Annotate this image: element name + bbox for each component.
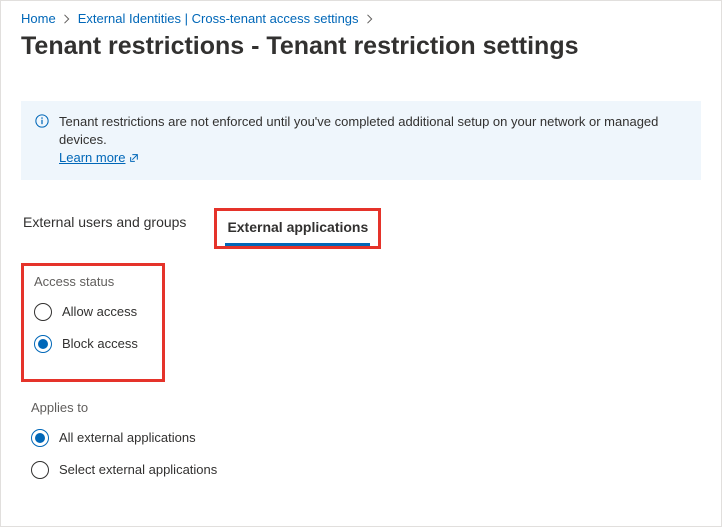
radio-select-label: Select external applications [59,462,217,477]
radio-block-label: Block access [62,336,138,351]
chevron-right-icon [365,14,375,24]
radio-allow-access[interactable]: Allow access [34,303,138,321]
radio-icon [34,303,52,321]
info-icon [35,114,49,133]
radio-allow-label: Allow access [62,304,137,319]
learn-more-link[interactable]: Learn more [59,149,139,167]
chevron-right-icon [62,14,72,24]
radio-icon [31,461,49,479]
highlight-external-applications: External applications [214,208,381,249]
breadcrumb-external-identities[interactable]: External Identities | Cross-tenant acces… [78,11,359,26]
radio-all-label: All external applications [59,430,196,445]
tab-external-applications[interactable]: External applications [225,213,370,246]
external-link-icon [129,153,139,163]
tab-external-users-groups[interactable]: External users and groups [21,208,188,240]
info-banner-text: Tenant restrictions are not enforced unt… [59,114,658,147]
radio-icon [34,335,52,353]
breadcrumb-home[interactable]: Home [21,11,56,26]
radio-select-external-applications[interactable]: Select external applications [31,461,701,479]
learn-more-label: Learn more [59,149,125,167]
applies-to-label: Applies to [21,400,701,415]
highlight-access-status: Access status Allow access Block access [21,263,165,382]
radio-block-access[interactable]: Block access [34,335,138,353]
radio-icon [31,429,49,447]
info-banner: Tenant restrictions are not enforced unt… [21,101,701,180]
page-title: Tenant restrictions - Tenant restriction… [21,32,701,61]
breadcrumb: Home External Identities | Cross-tenant … [21,11,701,26]
radio-all-external-applications[interactable]: All external applications [31,429,701,447]
tabs: External users and groups External appli… [21,208,701,249]
access-status-label: Access status [34,274,138,289]
